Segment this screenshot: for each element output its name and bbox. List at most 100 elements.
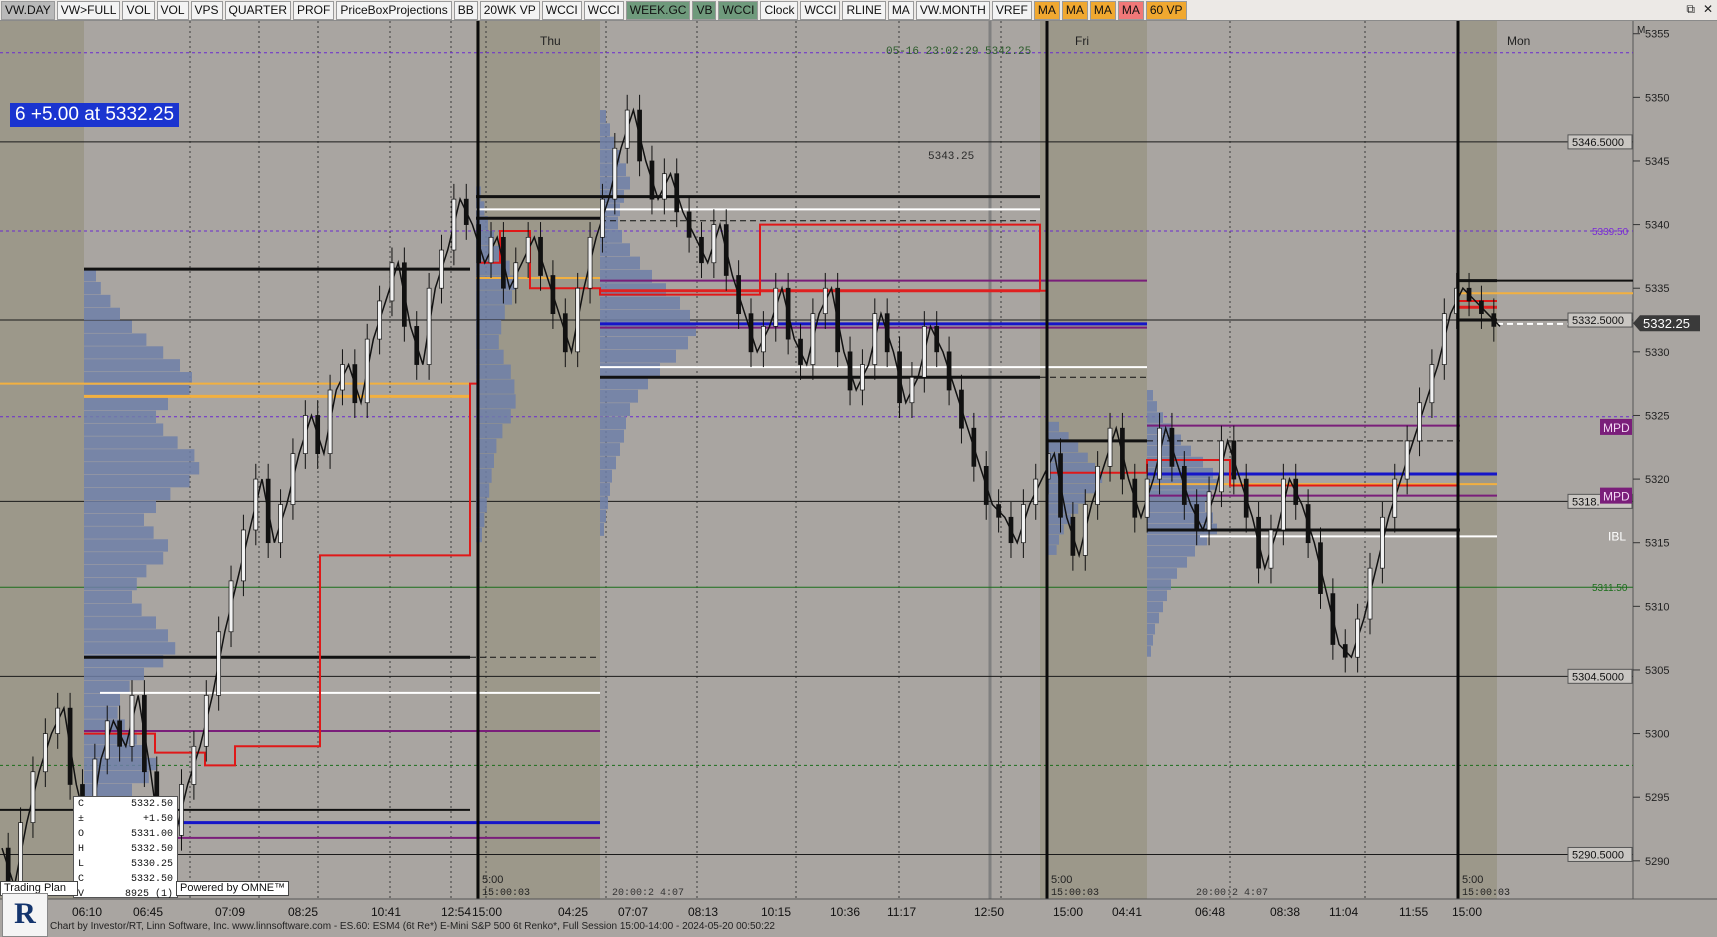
volume-profile-bar xyxy=(600,483,610,496)
toolbar-button-priceboxprojections[interactable]: PriceBoxProjections xyxy=(336,0,452,20)
price-bar-body xyxy=(934,326,940,353)
volume-profile-bar xyxy=(476,394,516,409)
toolbar-button-60-vp[interactable]: 60 VP xyxy=(1145,0,1187,20)
price-bar-body xyxy=(439,249,444,289)
price-bar-body xyxy=(699,236,704,264)
toolbar-button-wcci[interactable]: WCCI xyxy=(541,0,582,20)
price-bar-body xyxy=(315,415,321,454)
volume-profile-bar xyxy=(600,296,680,310)
omne-badge: Powered by OMNE™ xyxy=(176,881,290,896)
price-bar-body xyxy=(1194,504,1200,531)
price-bar-body xyxy=(748,313,754,353)
price-bar-body xyxy=(1243,478,1249,518)
toolbar-button-wcci[interactable]: WCCI xyxy=(583,0,624,20)
volume-profile-bar xyxy=(1147,557,1187,568)
price-bar-body xyxy=(897,351,902,404)
y-tick-label: 5320 xyxy=(1645,474,1669,486)
price-bar-body xyxy=(810,313,816,365)
chart-area[interactable]: 5290 5295 5300 5305 5310 5315 5320 5325 5330 5335… xyxy=(0,21,1717,920)
toolbar-button-vref[interactable]: VREF xyxy=(991,0,1032,20)
y-tick-label: 5290 xyxy=(1645,856,1669,868)
toolbar-button-week-gc[interactable]: WEEK.GC xyxy=(625,0,691,20)
toolbar-button-vol[interactable]: VOL xyxy=(156,0,189,20)
toolbar-button-vol[interactable]: VOL xyxy=(122,0,155,20)
volume-profile-bar xyxy=(1147,590,1167,602)
volume-profile-bar xyxy=(600,456,616,470)
price-bar-body xyxy=(1293,478,1299,505)
price-bar-body xyxy=(1342,644,1348,658)
toolbar-button-clock[interactable]: Clock xyxy=(760,0,799,20)
toolbar-button-ma[interactable]: MA xyxy=(887,0,914,20)
price-bar-body xyxy=(1008,516,1014,544)
price-bar-body xyxy=(1082,504,1088,556)
volume-profile-bar xyxy=(84,603,142,616)
restore-icon[interactable]: ⧉ xyxy=(1686,2,1695,17)
price-bar-body xyxy=(302,415,308,454)
volume-profile-bar xyxy=(600,309,690,323)
session-stamp: 15:00:03 xyxy=(482,888,530,899)
y-tick-label: 5315 xyxy=(1645,538,1669,550)
price-bar-body xyxy=(1107,427,1113,467)
footer-caption: Chart by Investor/RT, Linn Software, Inc… xyxy=(50,921,775,932)
price-bar-body xyxy=(488,236,494,264)
quote-value: 5330.25 xyxy=(130,859,173,870)
price-bar-body xyxy=(971,427,977,467)
toolbar-button-vw-full[interactable]: VW>FULL xyxy=(56,0,121,20)
price-bar-body xyxy=(1144,478,1150,518)
toolbar-button-wcci[interactable]: WCCI xyxy=(718,0,759,20)
price-bar-body xyxy=(1058,453,1063,518)
y-tick-label: 5335 xyxy=(1645,283,1669,295)
close-icon[interactable]: ✕ xyxy=(1703,2,1713,17)
x-tick-label: 15:00 xyxy=(1452,905,1482,919)
level-label: 5311.50 xyxy=(1592,583,1628,594)
toolbar-button-ma[interactable]: MA xyxy=(1061,0,1088,20)
toolbar-button-ma[interactable]: MA xyxy=(1117,0,1144,20)
toolbar-button-bb[interactable]: BB xyxy=(453,0,478,20)
volume-profile-bar xyxy=(600,363,660,376)
volume-profile-bar xyxy=(1047,442,1079,453)
toolbar-button-vw-month[interactable]: VW.MONTH xyxy=(915,0,990,20)
day-label: Fri xyxy=(1075,34,1089,48)
toolbar-button-vw-day[interactable]: VW.DAY xyxy=(1,0,55,20)
price-bar-body xyxy=(996,504,1001,518)
price-bar-body xyxy=(1330,593,1336,645)
price-bar-body xyxy=(773,287,779,327)
price-bar-body xyxy=(736,275,741,315)
price-bar-body xyxy=(1206,491,1212,531)
price-bar-body xyxy=(414,326,420,365)
y-tick-label: 5310 xyxy=(1645,601,1669,613)
toolbar-button-quarter[interactable]: QUARTER xyxy=(224,0,291,20)
x-tick-label: 06:10 xyxy=(72,905,102,919)
toolbar-button-vb[interactable]: VB xyxy=(692,0,717,20)
toolbar-button-wcci[interactable]: WCCI xyxy=(800,0,841,20)
volume-profile-bar xyxy=(1147,623,1155,635)
toolbar-button-prof[interactable]: PROF xyxy=(292,0,335,20)
price-bar-body xyxy=(1417,402,1422,442)
toolbar-button-ma[interactable]: MA xyxy=(1089,0,1116,20)
volume-profile-bar xyxy=(600,403,630,416)
volume-profile-bar xyxy=(84,526,154,539)
volume-profile-bar xyxy=(1147,534,1207,546)
toolbar-button-vps[interactable]: VPS xyxy=(190,0,223,20)
x-tick-label: 10:15 xyxy=(761,905,791,919)
price-bar-body xyxy=(142,695,147,773)
price-bar-body xyxy=(426,287,432,365)
price-bar-body xyxy=(637,109,642,162)
volume-profile-bar xyxy=(1047,534,1059,545)
toolbar-button-rline[interactable]: RLINE xyxy=(842,0,886,20)
x-tick-label: 11:55 xyxy=(1399,905,1428,919)
quote-key: L xyxy=(78,859,85,870)
price-bar-body xyxy=(1367,567,1373,620)
quote-value: 5331.00 xyxy=(130,829,173,840)
volume-profile-bar xyxy=(476,379,515,394)
quote-row: L 5330.25 xyxy=(74,857,177,872)
price-bar-body xyxy=(575,287,581,353)
session-label: 5:00 xyxy=(482,874,503,886)
volume-profile-bar xyxy=(84,539,168,552)
toolbar-button-20wk-vp[interactable]: 20WK VP xyxy=(479,0,540,20)
volume-profile-bar xyxy=(84,307,120,321)
quote-key: C xyxy=(78,874,85,885)
volume-profile-bar xyxy=(84,706,118,719)
toolbar-button-ma[interactable]: MA xyxy=(1033,0,1060,20)
price-bar-body xyxy=(872,313,878,365)
